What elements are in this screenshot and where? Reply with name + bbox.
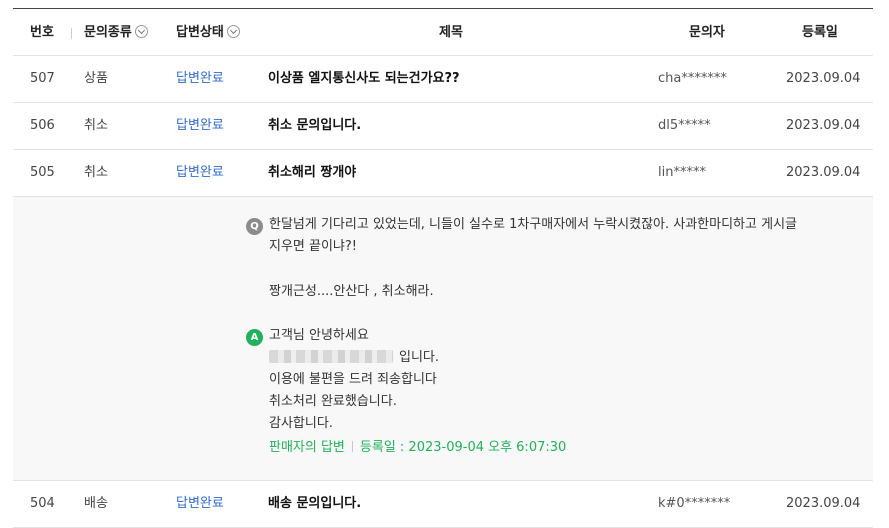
table-header: 번호 문의종류 답변상태 제목 문의자 등록일 bbox=[13, 8, 873, 56]
row-title[interactable]: 취소 문의입니다. bbox=[268, 103, 361, 149]
answer-text-line-1: 고객님 안녕하세요 bbox=[269, 328, 369, 343]
chevron-down-icon bbox=[134, 25, 148, 38]
header-status-label: 답변상태 bbox=[176, 25, 224, 40]
table-row[interactable]: 507 상품 답변완료 이상품 엘지통신사도 되는건가요?? cha******… bbox=[13, 56, 873, 103]
row-num: 507 bbox=[30, 71, 55, 86]
question-text-line-3: 짱개근성....안산다 , 취소해라. bbox=[269, 284, 434, 299]
table-row[interactable]: 505 취소 답변완료 취소해리 짱개야 lin***** 2023.09.04 bbox=[13, 150, 873, 197]
row-category: 취소 bbox=[84, 165, 108, 180]
question-text-line-1: 한달넘게 기다리고 있었는데, 니들이 실수로 1차구매자에서 누락시켰잖아. … bbox=[269, 217, 797, 232]
seller-answer-label: 판매자의 답변 bbox=[269, 440, 345, 455]
row-status: 답변완료 bbox=[176, 71, 224, 86]
answer-footer: 판매자의 답변 등록일 : 2023-09-04 오후 6:07:30 bbox=[269, 439, 566, 457]
inquiry-detail: Q 한달넘게 기다리고 있었는데, 니들이 실수로 1차구매자에서 누락시켰잖아… bbox=[13, 197, 873, 481]
answer-date: 등록일 : 2023-09-04 오후 6:07:30 bbox=[359, 440, 567, 455]
chevron-down-icon bbox=[226, 25, 240, 38]
header-title: 제목 bbox=[439, 25, 463, 40]
status-filter[interactable]: 답변상태 bbox=[176, 9, 240, 56]
row-num: 505 bbox=[30, 165, 55, 180]
header-date: 등록일 bbox=[802, 25, 838, 40]
table-row[interactable]: 504 배송 답변완료 배송 문의입니다. k#0******* 2023.09… bbox=[13, 481, 873, 528]
row-category: 취소 bbox=[84, 118, 108, 133]
row-status: 답변완료 bbox=[176, 165, 224, 180]
row-user: k#0******* bbox=[658, 496, 731, 511]
row-title[interactable]: 이상품 엘지통신사도 되는건가요?? bbox=[268, 56, 460, 102]
answer-text-line-3: 이용에 불편을 드려 죄송합니다 bbox=[269, 372, 437, 387]
row-date: 2023.09.04 bbox=[786, 118, 861, 133]
answer-text-line-5: 감사합니다. bbox=[269, 416, 333, 431]
row-category: 배송 bbox=[84, 496, 108, 511]
row-status: 답변완료 bbox=[176, 496, 224, 511]
row-date: 2023.09.04 bbox=[786, 496, 861, 511]
row-user: dl5***** bbox=[658, 118, 711, 133]
header-num: 번호 bbox=[30, 25, 54, 40]
row-date: 2023.09.04 bbox=[786, 71, 861, 86]
answer-badge-icon: A bbox=[246, 329, 263, 346]
header-category-label: 문의종류 bbox=[84, 25, 132, 40]
question-badge-icon: Q bbox=[246, 218, 263, 235]
row-num: 506 bbox=[30, 118, 55, 133]
row-title[interactable]: 취소해리 짱개야 bbox=[268, 150, 356, 196]
row-num: 504 bbox=[30, 496, 55, 511]
answer-text-line-2: 입니다. bbox=[269, 347, 439, 369]
table-row[interactable]: 506 취소 답변완료 취소 문의입니다. dl5***** 2023.09.0… bbox=[13, 103, 873, 150]
answer-text-line-2-suffix: 입니다. bbox=[399, 350, 440, 365]
row-title[interactable]: 배송 문의입니다. bbox=[268, 481, 361, 527]
question-text-line-2: 지우면 끝이냐?! bbox=[269, 239, 358, 254]
row-category: 상품 bbox=[84, 71, 108, 86]
row-user: lin***** bbox=[658, 165, 706, 180]
category-filter[interactable]: 문의종류 bbox=[84, 9, 148, 56]
row-user: cha******* bbox=[658, 71, 727, 86]
row-date: 2023.09.04 bbox=[786, 165, 861, 180]
redacted-text bbox=[269, 350, 393, 363]
header-divider bbox=[71, 28, 72, 39]
row-status: 답변완료 bbox=[176, 118, 224, 133]
answer-text-line-4: 취소처리 완료했습니다. bbox=[269, 394, 397, 409]
header-user: 문의자 bbox=[689, 25, 725, 40]
footer-divider bbox=[351, 441, 353, 452]
qna-board: 번호 문의종류 답변상태 제목 문의자 등록일 507 상품 답변완료 이상품 … bbox=[13, 8, 873, 528]
